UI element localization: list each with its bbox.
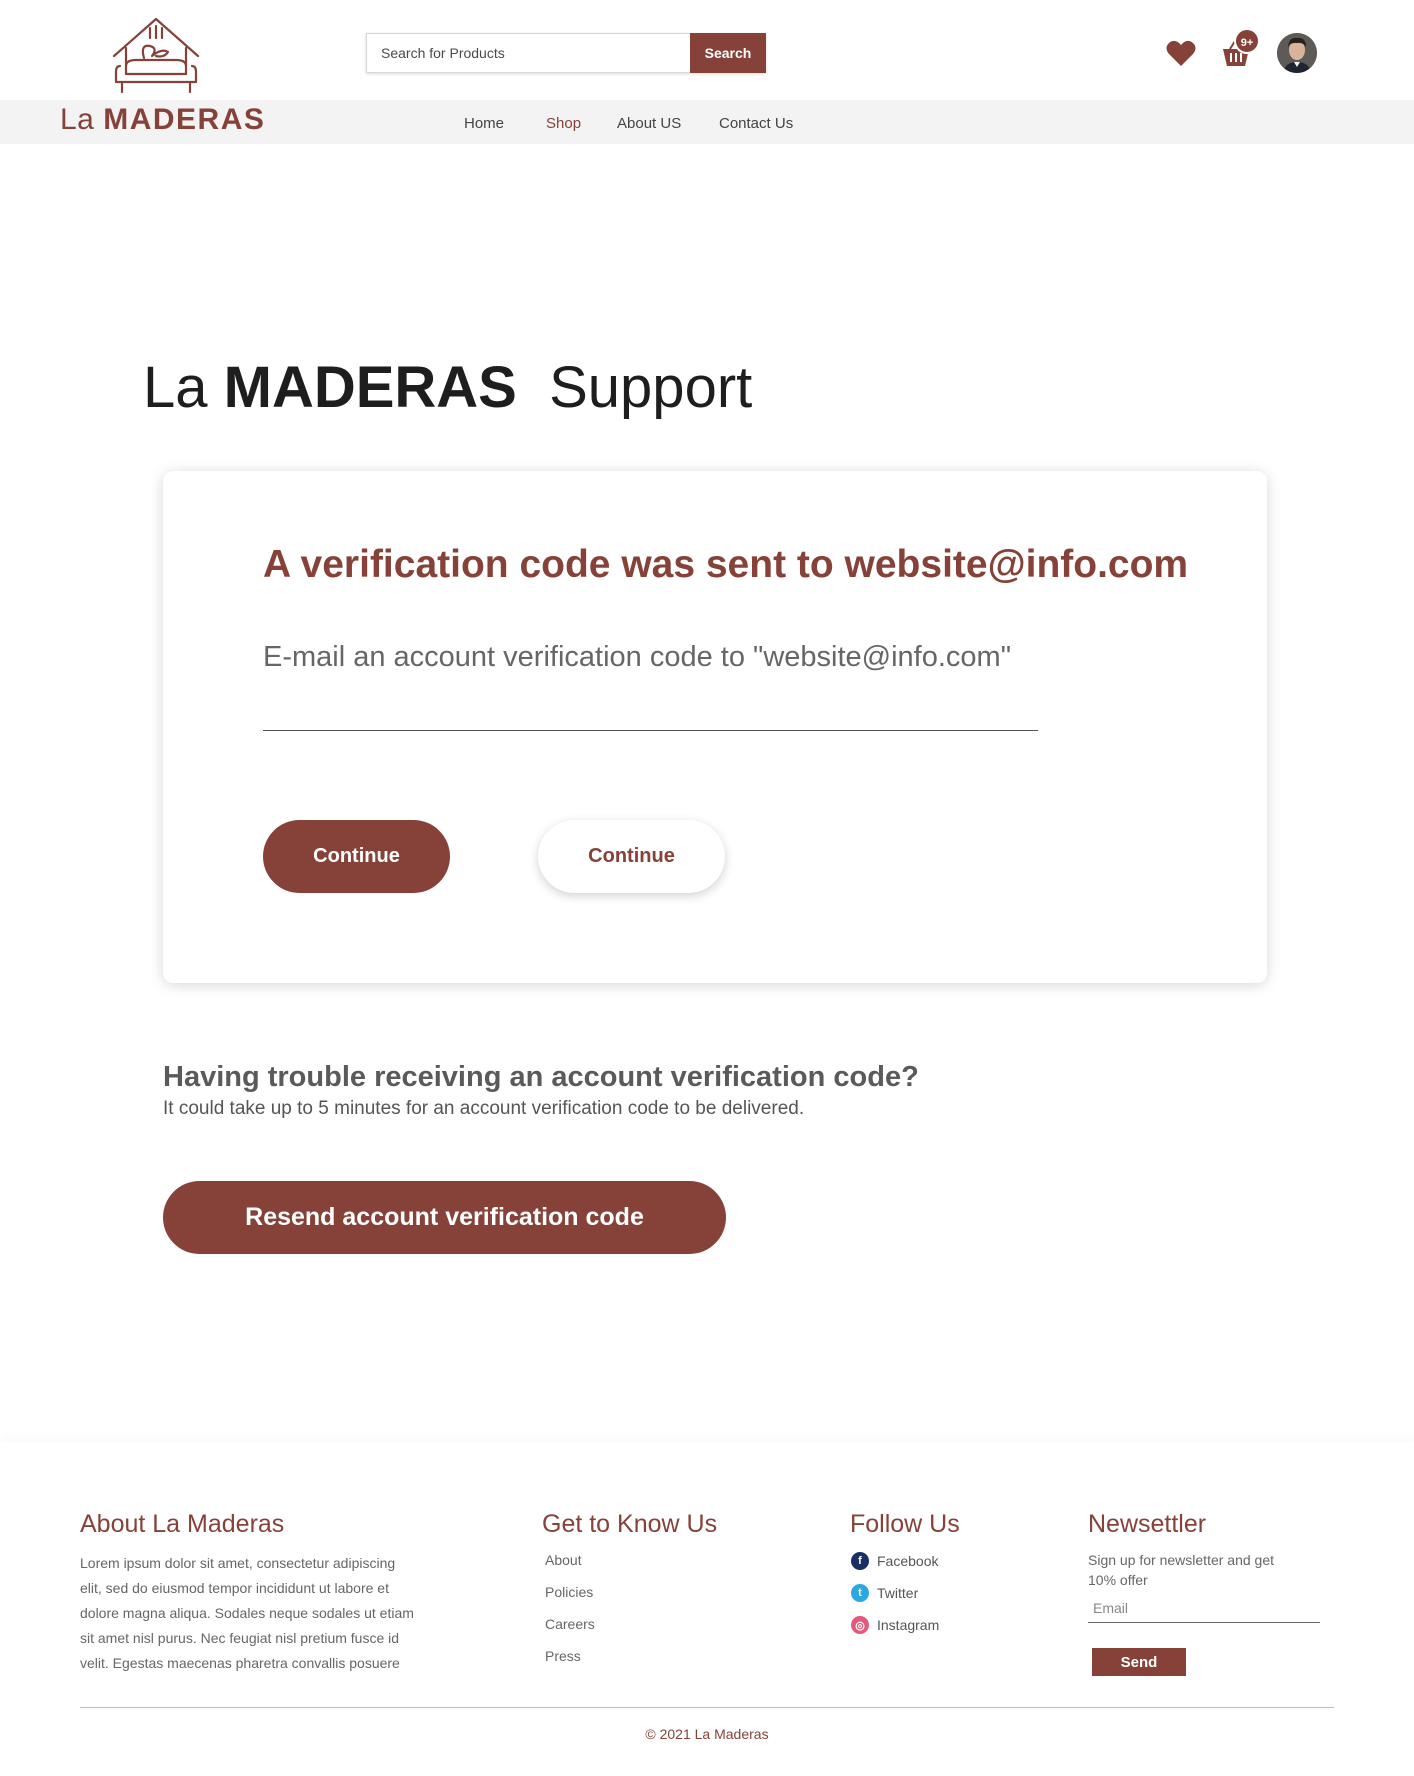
footer-newsletter-title: Newsettler — [1088, 1510, 1207, 1538]
footer-know-title: Get to Know Us — [542, 1510, 718, 1538]
verification-card: A verification code was sent to website@… — [163, 471, 1267, 983]
heart-icon[interactable] — [1166, 40, 1196, 68]
search-button[interactable]: Search — [690, 33, 766, 73]
continue-secondary-button[interactable]: Continue — [538, 820, 725, 893]
footer-follow-title: Follow Us — [850, 1510, 960, 1538]
user-avatar-icon — [1277, 33, 1317, 73]
resend-code-button[interactable]: Resend account verification code — [163, 1181, 726, 1254]
nav-item-contact-us[interactable]: Contact Us — [719, 115, 793, 132]
social-label-instagram: Instagram — [877, 1617, 940, 1633]
avatar[interactable] — [1277, 33, 1317, 73]
footer-link-policies[interactable]: Policies — [545, 1584, 593, 1600]
facebook-icon: f — [851, 1552, 869, 1570]
brand-logo[interactable]: La MADERAS — [56, 14, 264, 138]
instagram-icon: ◎ — [851, 1616, 869, 1634]
footer-divider — [80, 1707, 1334, 1708]
sofa-house-logo-icon — [112, 17, 200, 94]
nav-item-shop[interactable]: Shop — [546, 115, 581, 132]
nav-item-about-us[interactable]: About US — [617, 115, 681, 132]
verification-heading: A verification code was sent to website@… — [263, 543, 1189, 586]
footer-link-careers[interactable]: Careers — [545, 1616, 595, 1632]
code-input-underline[interactable] — [263, 730, 1038, 731]
social-label-facebook: Facebook — [877, 1553, 939, 1569]
footer: About La Maderas Lorem ipsum dolor sit a… — [0, 1442, 1414, 1776]
page-title: La MADERAS Support — [143, 355, 753, 420]
search-input[interactable] — [366, 33, 690, 73]
social-link-facebook[interactable]: f Facebook — [851, 1552, 938, 1570]
cart-count-badge: 9+ — [1234, 28, 1260, 54]
footer-link-press[interactable]: Press — [545, 1648, 581, 1664]
logo-wordmark: La MADERAS — [60, 103, 266, 136]
trouble-subtext: It could take up to 5 minutes for an acc… — [163, 1098, 805, 1119]
footer-link-about[interactable]: About — [545, 1552, 582, 1568]
verification-subtext: E-mail an account verification code to "… — [263, 641, 1011, 673]
newsletter-send-button[interactable]: Send — [1092, 1648, 1186, 1676]
social-link-twitter[interactable]: t Twitter — [851, 1584, 918, 1602]
search-bar: Search — [366, 33, 766, 73]
twitter-icon: t — [851, 1584, 869, 1602]
footer-about-text: Lorem ipsum dolor sit amet, consectetur … — [80, 1555, 414, 1671]
footer-about-title: About La Maderas — [80, 1510, 285, 1538]
newsletter-email-input[interactable] — [1088, 1593, 1320, 1623]
nav-item-home[interactable]: Home — [464, 115, 504, 132]
trouble-heading: Having trouble receiving an account veri… — [163, 1061, 919, 1093]
social-label-twitter: Twitter — [877, 1585, 919, 1601]
newsletter-text: Sign up for newsletter and get 10% offer — [1088, 1552, 1275, 1588]
social-link-instagram[interactable]: ◎ Instagram — [851, 1616, 939, 1634]
continue-button[interactable]: Continue — [263, 820, 450, 893]
copyright: © 2021 La Maderas — [645, 1726, 769, 1742]
